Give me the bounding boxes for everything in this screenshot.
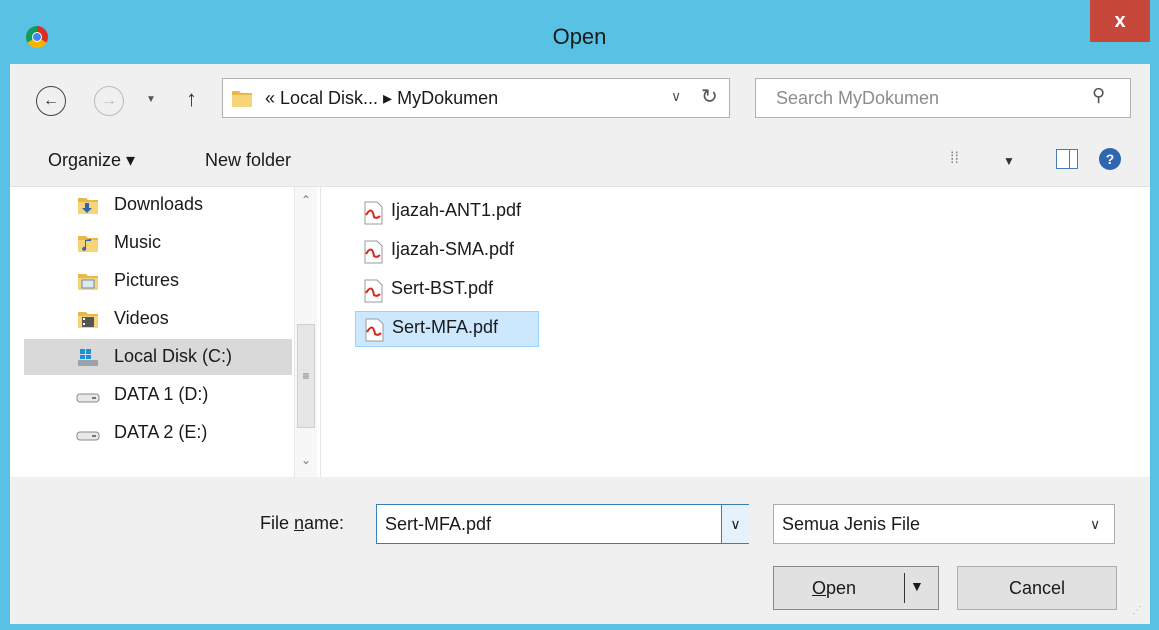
breadcrumb[interactable]: « Local Disk... ▸ MyDokumen — [265, 88, 498, 109]
sidebar-item-label: Music — [114, 232, 162, 252]
search-box[interactable]: Search MyDokumen ⚲ — [755, 78, 1131, 118]
list-item[interactable]: Sert-MFA.pdf — [355, 311, 539, 347]
sidebar-item-data1-d[interactable]: DATA 1 (D:) — [24, 377, 292, 413]
file-type-select[interactable]: Semua Jenis File ∨ — [773, 504, 1115, 544]
file-name: Sert-MFA.pdf — [392, 317, 499, 337]
drive-icon — [76, 431, 100, 441]
local-disk-icon — [78, 349, 98, 366]
file-name: Sert-BST.pdf — [391, 278, 494, 298]
sidebar-item-label: Local Disk (C:) — [114, 346, 233, 366]
scroll-down-icon[interactable]: ⌄ — [295, 453, 317, 467]
cancel-button[interactable]: Cancel — [957, 566, 1117, 610]
file-type-value: Semua Jenis File — [782, 514, 921, 534]
navigation-pane: Downloads Music Pictures Videos Local Di… — [10, 187, 321, 477]
browser-area: Downloads Music Pictures Videos Local Di… — [10, 187, 1150, 477]
folder-icon — [232, 91, 252, 107]
sidebar-item-videos[interactable]: Videos — [24, 301, 292, 337]
help-icon[interactable]: ? — [1099, 148, 1121, 170]
close-button[interactable]: x — [1090, 0, 1150, 42]
address-history-chevron-icon[interactable]: ∨ — [671, 88, 681, 105]
file-name-field[interactable]: Sert-MFA.pdf ∨ — [376, 504, 749, 544]
file-name: Ijazah-SMA.pdf — [391, 239, 515, 259]
title-bar[interactable]: Open x — [0, 0, 1159, 66]
resize-grip-icon[interactable]: ⋰ — [1132, 605, 1142, 616]
videos-folder-icon — [78, 312, 98, 328]
open-options-chevron-icon[interactable]: ▼ — [910, 578, 924, 594]
file-name-label: File name: — [260, 513, 345, 533]
sidebar-item-label: DATA 1 (D:) — [114, 384, 209, 404]
sidebar-item-pictures[interactable]: Pictures — [24, 263, 292, 299]
forward-arrow-icon[interactable]: → — [94, 86, 124, 116]
file-list: Ijazah-ANT1.pdf Ijazah-SMA.pdf Sert-BST.… — [321, 187, 1150, 477]
back-arrow-icon[interactable]: ← — [36, 86, 66, 116]
dialog-title: Open — [552, 24, 607, 49]
refresh-icon[interactable]: ↻ — [701, 84, 718, 109]
sidebar-item-label: Downloads — [114, 194, 204, 214]
pdf-icon — [364, 201, 383, 225]
open-button-label: Open — [812, 578, 857, 598]
pdf-icon — [364, 279, 383, 303]
new-folder-button[interactable]: New folder — [205, 150, 291, 171]
sidebar-item-data2-e[interactable]: DATA 2 (E:) — [24, 415, 292, 451]
list-item[interactable]: Ijazah-ANT1.pdf — [355, 195, 565, 229]
pdf-icon — [364, 240, 383, 264]
sidebar-item-music[interactable]: Music — [24, 225, 292, 261]
view-options-chevron-icon[interactable]: ▼ — [1003, 154, 1015, 168]
sidebar-item-label: Videos — [114, 308, 169, 328]
recent-locations-chevron-icon[interactable]: ▼ — [146, 94, 156, 105]
sidebar-item-label: Pictures — [114, 270, 180, 290]
downloads-folder-icon — [78, 198, 98, 214]
pictures-folder-icon — [78, 274, 98, 290]
file-name-panel: File name: Sert-MFA.pdf ∨ Semua Jenis Fi… — [10, 477, 1150, 624]
open-dialog: Open x ← → ▼ ↑ « Local Disk... ▸ MyDokum… — [0, 0, 1159, 630]
file-name-value[interactable]: Sert-MFA.pdf — [385, 514, 491, 535]
list-item[interactable]: Ijazah-SMA.pdf — [355, 234, 565, 268]
up-arrow-icon[interactable]: ↑ — [186, 86, 197, 112]
sidebar-item-local-disk-c[interactable]: Local Disk (C:) — [24, 339, 292, 375]
search-input[interactable]: Search MyDokumen — [776, 88, 939, 109]
pdf-icon — [365, 318, 384, 342]
scrollbar-thumb[interactable]: ≡ — [297, 324, 315, 428]
split-divider — [904, 573, 905, 603]
address-bar[interactable]: « Local Disk... ▸ MyDokumen ∨ ↻ — [222, 78, 730, 118]
file-name-dropdown-chevron-icon[interactable]: ∨ — [721, 505, 749, 543]
scroll-up-icon[interactable]: ⌃ — [295, 193, 317, 207]
navigation-bar: ← → ▼ ↑ « Local Disk... ▸ MyDokumen ∨ ↻ … — [10, 64, 1150, 134]
preview-pane-icon[interactable] — [1056, 149, 1078, 169]
list-item[interactable]: Sert-BST.pdf — [355, 273, 545, 307]
drive-icon — [76, 393, 100, 403]
sidebar-item-label: DATA 2 (E:) — [114, 422, 208, 442]
cancel-button-label: Cancel — [1008, 578, 1066, 598]
grip-icon: ≡ — [302, 369, 310, 383]
command-toolbar: Organize ▾ New folder ⁞⁞ ▼ ? — [10, 134, 1150, 187]
navigation-scrollbar[interactable]: ⌃ ≡ ⌄ — [294, 187, 317, 477]
change-view-icon[interactable]: ⁞⁞ — [950, 150, 959, 168]
chevron-down-icon: ∨ — [1090, 516, 1101, 532]
dialog-body: ← → ▼ ↑ « Local Disk... ▸ MyDokumen ∨ ↻ … — [10, 64, 1150, 624]
file-name: Ijazah-ANT1.pdf — [391, 200, 522, 220]
search-icon[interactable]: ⚲ — [1092, 85, 1105, 106]
music-folder-icon — [78, 236, 98, 252]
open-button[interactable]: Open ▼ — [773, 566, 939, 610]
sidebar-item-downloads[interactable]: Downloads — [24, 187, 292, 223]
organize-button[interactable]: Organize ▾ — [48, 150, 135, 171]
